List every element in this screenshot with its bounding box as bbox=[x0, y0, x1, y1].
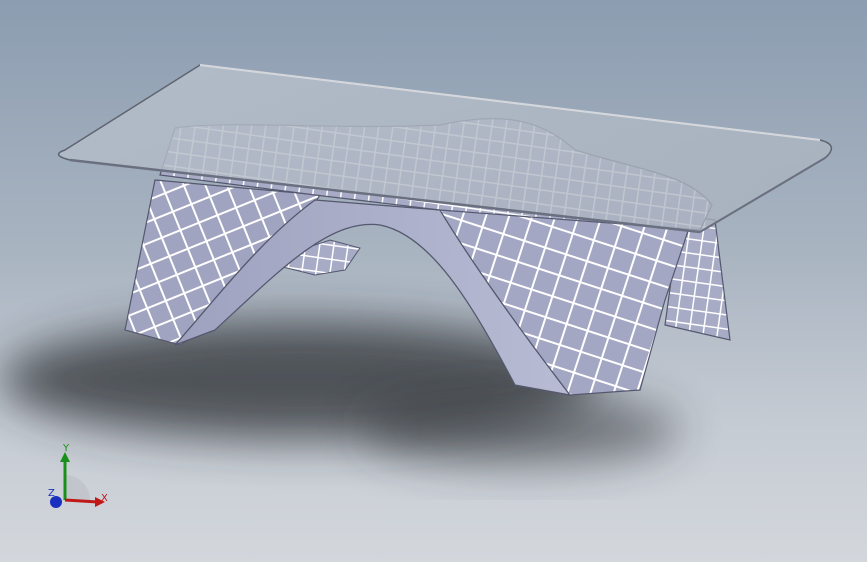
3d-model-view[interactable] bbox=[0, 0, 867, 562]
y-axis-label: Y bbox=[63, 443, 70, 454]
z-axis-label: Z bbox=[48, 488, 55, 499]
x-axis-label: X bbox=[101, 493, 108, 504]
triad-axes-icon bbox=[50, 452, 105, 508]
graphics-viewport[interactable]: Y X Z bbox=[0, 0, 867, 562]
coordinate-triad: Y X Z bbox=[40, 440, 120, 520]
